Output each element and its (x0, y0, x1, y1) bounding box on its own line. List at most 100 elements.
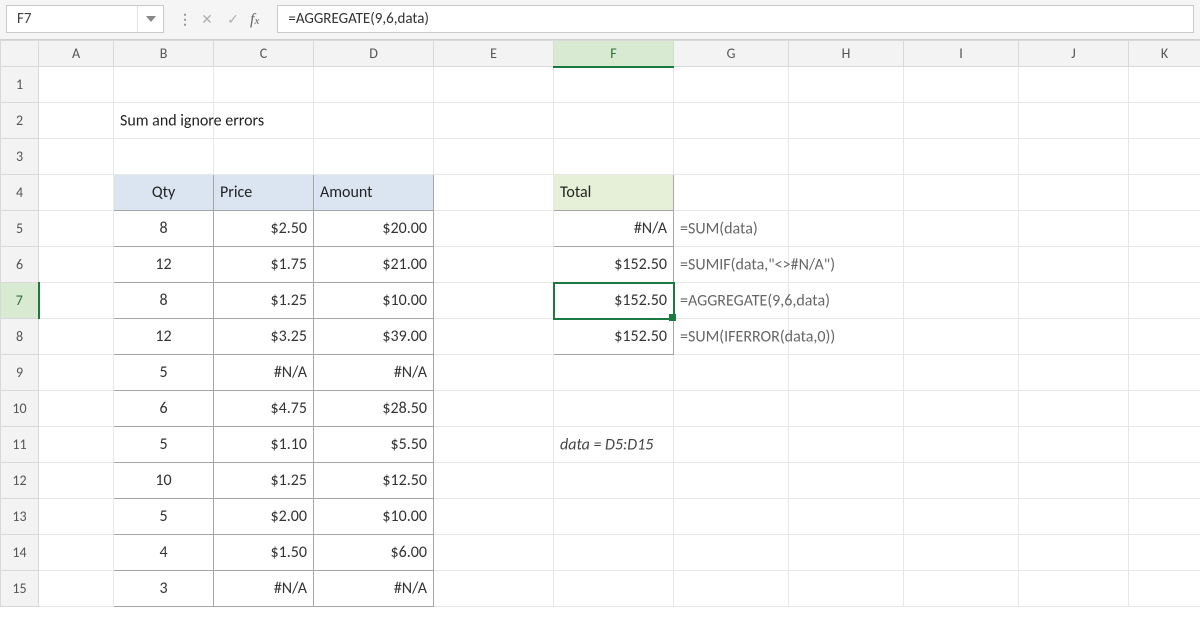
cell-price[interactable]: $3.25 (214, 319, 314, 355)
cell[interactable] (789, 499, 904, 535)
cell[interactable] (554, 571, 674, 607)
cell[interactable] (434, 571, 554, 607)
cell[interactable] (1019, 499, 1129, 535)
cell[interactable] (789, 571, 904, 607)
cell[interactable] (554, 139, 674, 175)
cell[interactable] (1019, 355, 1129, 391)
cell[interactable] (1019, 391, 1129, 427)
totals-header[interactable]: Total (554, 175, 674, 211)
cell[interactable] (39, 391, 114, 427)
row-header[interactable]: 3 (1, 139, 39, 175)
row-header[interactable]: 13 (1, 499, 39, 535)
col-header[interactable]: K (1129, 41, 1200, 67)
data-col-header-price[interactable]: Price (214, 175, 314, 211)
cell-price[interactable]: #N/A (214, 571, 314, 607)
cell[interactable] (1019, 211, 1129, 247)
cell[interactable] (434, 67, 554, 103)
cell[interactable] (674, 139, 789, 175)
cell[interactable] (1129, 247, 1200, 283)
cell[interactable] (1129, 355, 1200, 391)
cell[interactable] (1129, 535, 1200, 571)
data-col-header-amount[interactable]: Amount (314, 175, 434, 211)
col-header[interactable]: C (214, 41, 314, 67)
cell-amount[interactable]: #N/A (314, 355, 434, 391)
cell[interactable] (39, 463, 114, 499)
cell-amount[interactable]: $5.50 (314, 427, 434, 463)
cell[interactable] (114, 67, 214, 103)
cell[interactable] (904, 103, 1019, 139)
cell-qty[interactable]: 4 (114, 535, 214, 571)
cell[interactable] (554, 463, 674, 499)
row-header[interactable]: 4 (1, 175, 39, 211)
cell[interactable] (904, 67, 1019, 103)
cell[interactable] (674, 67, 789, 103)
cell[interactable] (789, 103, 904, 139)
row-header[interactable]: 14 (1, 535, 39, 571)
row-header[interactable]: 8 (1, 319, 39, 355)
cell-amount[interactable]: $6.00 (314, 535, 434, 571)
cell[interactable] (674, 391, 789, 427)
cell[interactable] (314, 139, 434, 175)
cell[interactable] (674, 463, 789, 499)
cell[interactable] (434, 139, 554, 175)
cell-qty[interactable]: 8 (114, 211, 214, 247)
col-header[interactable]: I (904, 41, 1019, 67)
row-header[interactable]: 10 (1, 391, 39, 427)
cell[interactable] (39, 283, 114, 319)
cell[interactable] (789, 535, 904, 571)
worksheet[interactable]: A B C D E F G H I J K 1 2 Sum and ignore… (0, 40, 1200, 607)
cell[interactable] (39, 535, 114, 571)
cell-amount[interactable]: $21.00 (314, 247, 434, 283)
cell[interactable] (1129, 463, 1200, 499)
active-cell[interactable]: $152.50 (554, 283, 674, 319)
cell[interactable] (1019, 67, 1129, 103)
cell[interactable] (1129, 211, 1200, 247)
cell[interactable] (904, 535, 1019, 571)
cell-qty[interactable]: 8 (114, 283, 214, 319)
name-box-value[interactable]: F7 (7, 6, 137, 32)
data-range-note[interactable]: data = D5:D15 (554, 427, 674, 463)
cell-amount[interactable]: $39.00 (314, 319, 434, 355)
cell[interactable] (554, 355, 674, 391)
cell[interactable] (1019, 319, 1129, 355)
row-header[interactable]: 15 (1, 571, 39, 607)
cell[interactable] (1129, 571, 1200, 607)
cell[interactable] (674, 571, 789, 607)
cell[interactable] (434, 355, 554, 391)
cell[interactable] (789, 427, 904, 463)
row-header[interactable]: 12 (1, 463, 39, 499)
cell[interactable] (1129, 175, 1200, 211)
formula-display[interactable]: =SUMIF(data,"<>#N/A") (674, 247, 789, 283)
cell[interactable] (314, 103, 434, 139)
cell[interactable] (904, 463, 1019, 499)
cell[interactable] (554, 391, 674, 427)
cell[interactable] (1129, 103, 1200, 139)
cell[interactable] (904, 427, 1019, 463)
cell[interactable] (39, 103, 114, 139)
cell[interactable] (1129, 427, 1200, 463)
cell[interactable] (789, 67, 904, 103)
cell[interactable] (434, 535, 554, 571)
row-header[interactable]: 5 (1, 211, 39, 247)
cell-qty[interactable]: 12 (114, 247, 214, 283)
cell[interactable] (904, 139, 1019, 175)
cell[interactable] (434, 283, 554, 319)
cell-qty[interactable]: 5 (114, 355, 214, 391)
cell-amount[interactable]: #N/A (314, 571, 434, 607)
cell-qty[interactable]: 3 (114, 571, 214, 607)
name-box-dropdown-icon[interactable] (137, 6, 163, 32)
data-col-header-qty[interactable]: Qty (114, 175, 214, 211)
cell[interactable] (1129, 499, 1200, 535)
cell[interactable] (1129, 67, 1200, 103)
col-header[interactable]: G (674, 41, 789, 67)
fx-icon[interactable]: fx (250, 11, 263, 29)
cell[interactable] (904, 175, 1019, 211)
cell[interactable] (789, 175, 904, 211)
cell[interactable] (1019, 283, 1129, 319)
cell[interactable] (789, 391, 904, 427)
formula-display[interactable]: =SUM(data) (674, 211, 789, 247)
cell[interactable] (1129, 319, 1200, 355)
cell-amount[interactable]: $20.00 (314, 211, 434, 247)
cell[interactable] (1129, 391, 1200, 427)
cell-price[interactable]: $2.00 (214, 499, 314, 535)
